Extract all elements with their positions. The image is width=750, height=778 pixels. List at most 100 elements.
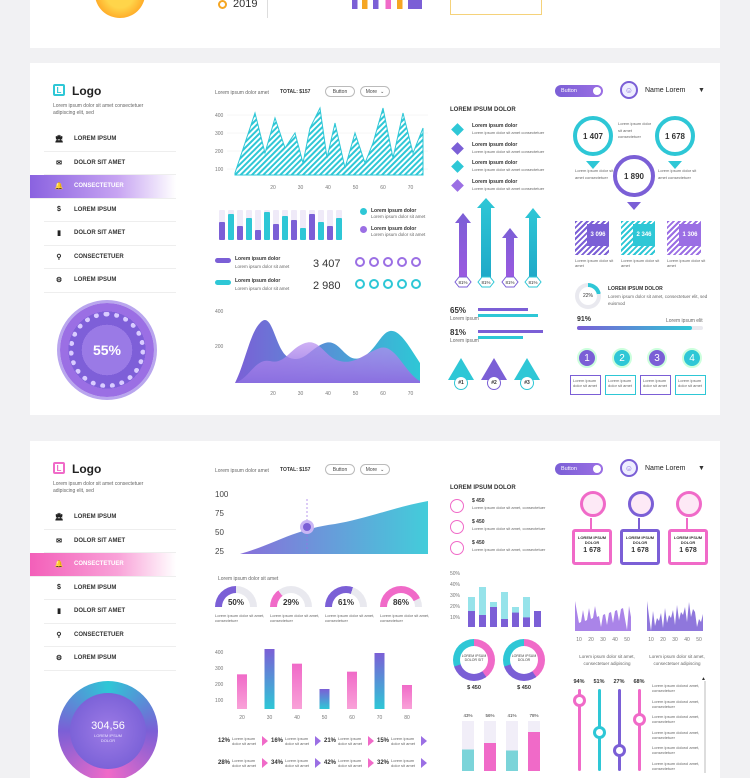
slider-value: 68% xyxy=(633,679,645,685)
donut-value: 86% xyxy=(392,598,409,607)
slider-handle[interactable] xyxy=(633,713,646,726)
bank-icon: 🏛 xyxy=(54,136,64,144)
x-tick-label: 60 xyxy=(380,185,386,191)
sidebar-item-dolor-sit-amet[interactable]: ✉ DOLOR SIT AMET xyxy=(44,530,176,553)
sidebar-item-dolor-sit-amet[interactable]: ▮ DOLOR SIT AMET xyxy=(44,222,176,246)
more-label: More xyxy=(365,466,378,473)
arrow-bar-2 xyxy=(477,198,495,278)
sidebar-item-lorem-ipsum[interactable]: 🏛 LOREM IPSUM xyxy=(44,506,176,530)
x-tick-label: 30 xyxy=(298,185,304,191)
slider-handle[interactable] xyxy=(573,693,586,707)
bar91-value: 91% xyxy=(577,316,592,323)
ring-value: $ 450 xyxy=(517,685,531,691)
percent-tag: 32% Lorem ipsum dolor sit amet xyxy=(377,755,427,771)
badge-label: LOREM IPSUM DOLOR xyxy=(625,535,655,545)
legend-sub: Lorem ipsum dolor sit amet xyxy=(371,214,426,219)
money-list: $ 450 Lorem ipsum dolor sit amet, consect… xyxy=(450,497,550,560)
triangle-label: #1 xyxy=(454,376,468,390)
more-dropdown[interactable]: More ⌄ xyxy=(360,86,390,97)
x-tick-label: 70 xyxy=(408,391,414,397)
more-dropdown[interactable]: More ⌄ xyxy=(360,464,390,475)
user-menu-caret-icon[interactable]: ▼ xyxy=(698,465,705,472)
donut-sub: Lorem ipsum dolor sit amet, consectetuer xyxy=(270,613,320,623)
diamond-list: Lorem ipsum dolor Lorem ipsum dolor sit a… xyxy=(451,123,547,197)
sidebar-item-lorem-ipsum[interactable]: 🏛 LOREM IPSUM xyxy=(44,128,176,152)
arrow-chart: 81% 81% 81% 81% xyxy=(454,198,542,288)
vbar-fill xyxy=(484,743,496,771)
sidebar-item-lorem-ipsum[interactable]: $ LOREM IPSUM xyxy=(44,577,176,600)
arrow-percent: 81% xyxy=(458,280,467,285)
diamond-icon xyxy=(451,178,464,192)
step-circle[interactable]: 3 xyxy=(647,348,667,368)
chevron-down-icon: ⌄ xyxy=(380,88,385,95)
highlight-point-core xyxy=(303,523,311,531)
gradient-bar-chart: 400 300 200 100 20 30 40 50 60 70 80 xyxy=(215,649,412,721)
chevron-right-icon xyxy=(421,736,427,746)
y-tick-label: 300 xyxy=(215,666,224,672)
badge-value: 1 678 xyxy=(583,547,601,554)
ring-sub: Lorem ipsum dolor sit amet, consectetuer… xyxy=(608,294,708,306)
step-circle[interactable]: 4 xyxy=(682,348,702,368)
bar xyxy=(291,220,297,240)
badge-icon xyxy=(628,491,654,517)
badge-label: LOREM IPSUM DOLOR xyxy=(673,535,703,545)
sidebar-item-lorem-ipsum[interactable]: $ LOREM IPSUM xyxy=(44,199,176,222)
gear-icon: ⚙ xyxy=(55,655,63,663)
step-circles: 1 Lorem ipsum dolor sit amet 2 Lorem ipsum … xyxy=(570,348,710,408)
legend-dot-icon xyxy=(360,225,367,233)
y-tick-label: 30% xyxy=(450,593,461,599)
user-menu-caret-icon[interactable]: ▼ xyxy=(698,87,705,94)
chevron-right-icon xyxy=(368,736,374,746)
percent-tag: 28% Lorem ipsum dolor sit amet xyxy=(218,755,268,771)
toggle-button[interactable]: Button xyxy=(555,463,603,475)
ring-title: LOREM IPSUM DOLOR xyxy=(608,286,663,292)
y-tick-label: 200 xyxy=(215,149,224,155)
x-tick-label: 40 xyxy=(325,391,331,397)
badge-card: LOREM IPSUM DOLOR 1 678 xyxy=(668,529,708,565)
x-tick-label: 60 xyxy=(380,391,386,397)
money-sub: Lorem ipsum dolor sit amet, consectetuer xyxy=(472,526,546,531)
sidebar-item-dolor-sit-amet[interactable]: ✉ DOLOR SIT AMET xyxy=(44,152,176,175)
avatar[interactable]: ☺ xyxy=(620,459,638,477)
percent-bar-a xyxy=(478,330,543,333)
slider-handle[interactable] xyxy=(613,743,626,757)
x-tick-label: 30 xyxy=(298,391,304,397)
triangle-label: #3 xyxy=(520,376,534,390)
step-circle[interactable]: 1 xyxy=(577,348,597,368)
sidebar-item-label: DOLOR SIT AMET xyxy=(74,230,126,237)
sidebar-item-dolor-sit-amet[interactable]: ▮ DOLOR SIT AMET xyxy=(44,600,176,624)
avatar[interactable]: ☺ xyxy=(620,81,638,99)
arrow-percent: 81% xyxy=(528,280,537,285)
y-tick-label: 10% xyxy=(450,615,461,621)
bar xyxy=(246,218,252,240)
sidebar-item-consectetuer[interactable]: ⚲ CONSECTETUER xyxy=(44,246,176,269)
toggle-switch[interactable] xyxy=(215,280,231,285)
y-tick-label: 300 xyxy=(215,131,224,137)
toggle-button[interactable]: Button xyxy=(555,85,603,97)
scroll-up-icon[interactable]: ▲ xyxy=(701,676,706,682)
list-item: Lorem ipsum dolorol amet, consectetuer xyxy=(652,729,700,740)
gauge-value: 55% xyxy=(92,342,122,358)
stat-row: Lorem ipsum dolor Lorem ipsum dolor sit a… xyxy=(215,256,425,278)
mail-icon: ✉ xyxy=(56,159,62,167)
toggle-switch[interactable] xyxy=(215,258,231,263)
mini-bar-legend: Lorem ipsum dolor Lorem ipsum dolor sit a… xyxy=(360,208,445,243)
sidebar-item-consectetuer[interactable]: 🔔 CONSECTETUER xyxy=(30,175,176,199)
step-circle[interactable]: 2 xyxy=(612,348,632,368)
diamond-sub: Lorem ipsum dolor sit amet consectetuer xyxy=(472,148,545,154)
slider-group: 94% 51% 27% 68% xyxy=(570,679,650,774)
sidebar-item-label: DOLOR SIT AMET xyxy=(74,159,126,166)
list-scrollbar[interactable] xyxy=(704,681,706,773)
sidebar-item-lorem-ipsum[interactable]: ⚙ LOREM IPSUM xyxy=(44,647,176,671)
slider-handle[interactable] xyxy=(593,725,606,739)
header-button[interactable]: Button xyxy=(325,464,355,475)
percent-tag-sub: Lorem ipsum dolor sit amet xyxy=(338,736,363,746)
y-tick-label: 200 xyxy=(215,344,224,350)
header-button[interactable]: Button xyxy=(325,86,355,97)
stat-value: 3 407 xyxy=(313,258,341,270)
sidebar-item-consectetuer[interactable]: 🔔 CONSECTETUER xyxy=(30,553,176,577)
logo-text: Logo xyxy=(72,84,102,98)
sidebar-item-consectetuer[interactable]: ⚲ CONSECTETUER xyxy=(44,624,176,647)
sidebar-item-lorem-ipsum[interactable]: ⚙ LOREM IPSUM xyxy=(44,269,176,293)
chart-icon: ▮ xyxy=(57,608,61,616)
